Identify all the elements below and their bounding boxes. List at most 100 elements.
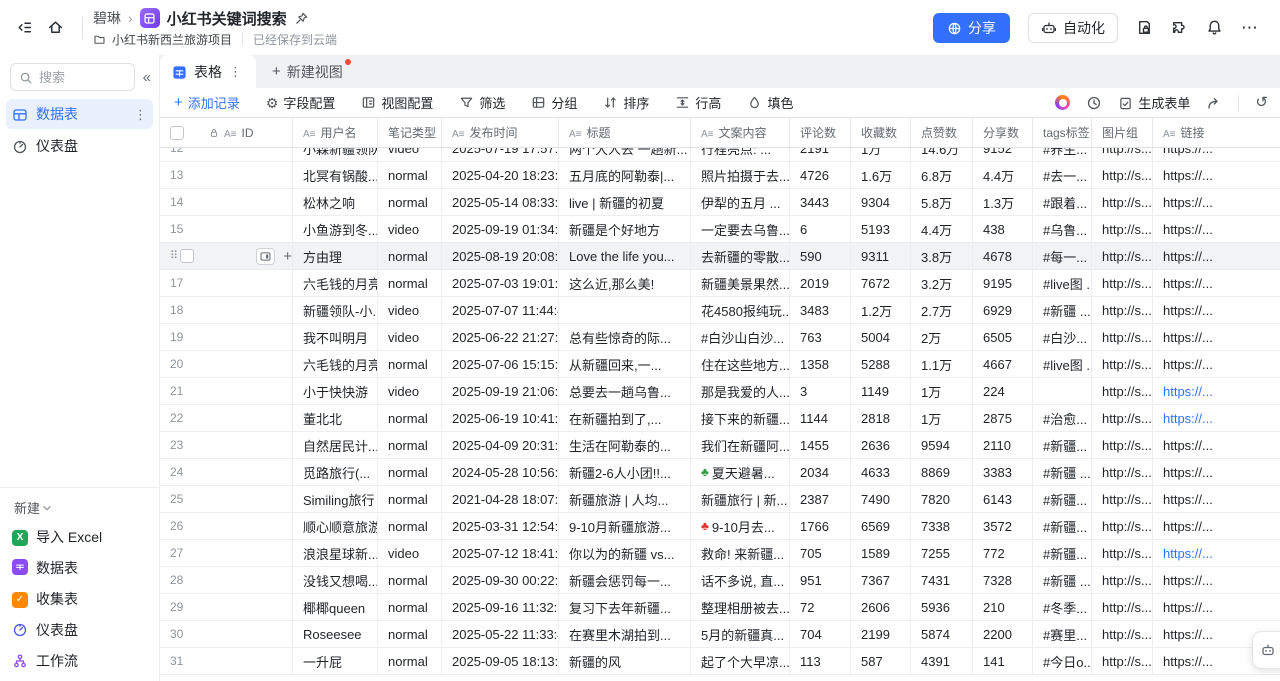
column-header-link[interactable]: A≡链接 — [1153, 118, 1279, 147]
more-menu-icon[interactable]: ⋯ — [1241, 19, 1258, 36]
search-field[interactable] — [39, 70, 109, 85]
cell-username[interactable]: 顺心顺意旅游 — [293, 513, 378, 539]
cell-likes-count[interactable]: 3.8万 — [911, 243, 973, 269]
cell-shares-count[interactable]: 224 — [973, 378, 1033, 404]
cell-username[interactable]: 一升屁 — [293, 648, 378, 674]
cell-tags[interactable]: #冬季... — [1033, 594, 1092, 620]
column-header-tags[interactable]: tags标签 — [1033, 118, 1092, 147]
cell-comments-count[interactable]: 705 — [790, 540, 851, 566]
cell-content[interactable]: ♣9-10月去... — [691, 513, 790, 539]
cell-title[interactable]: 新疆会惩罚每一... — [559, 567, 691, 593]
cell-collects-count[interactable]: 1万 — [851, 148, 911, 161]
cell-publish-time[interactable]: 2025-06-19 10:41:32 — [442, 405, 559, 431]
cell-content[interactable]: 新疆旅行 | 新... — [691, 486, 790, 512]
cell-content[interactable]: 去新疆的零散... — [691, 243, 790, 269]
cell-likes-count[interactable]: 5874 — [911, 621, 973, 647]
cell-link[interactable]: https://... — [1153, 216, 1279, 242]
cell-publish-time[interactable]: 2025-05-22 11:33:46 — [442, 621, 559, 647]
cell-tags[interactable]: #白沙... — [1033, 324, 1092, 350]
cell-collects-count[interactable]: 5288 — [851, 351, 911, 377]
cell-note-type[interactable]: normal — [378, 621, 442, 647]
cell-comments-count[interactable]: 2191 — [790, 148, 851, 161]
row-number-cell[interactable]: 26 — [160, 513, 293, 539]
cell-tags[interactable]: #新疆 ... — [1033, 459, 1092, 485]
cell-title[interactable]: 新疆是个好地方 — [559, 216, 691, 242]
cell-tags[interactable]: #新疆... — [1033, 540, 1092, 566]
generate-form-button[interactable]: 生成表单 — [1118, 93, 1190, 112]
cell-image-group[interactable]: http://s... — [1092, 148, 1153, 161]
cell-shares-count[interactable]: 7328 — [973, 567, 1033, 593]
cell-comments-count[interactable]: 2019 — [790, 270, 851, 296]
row-number-cell[interactable]: 15 — [160, 216, 293, 242]
cell-image-group[interactable]: http://s... — [1092, 378, 1153, 404]
cell-publish-time[interactable]: 2025-05-14 08:33:11 — [442, 189, 559, 215]
cell-shares-count[interactable]: 4.4万 — [973, 162, 1033, 188]
cell-username[interactable]: 觅路旅行(... — [293, 459, 378, 485]
notification-bell-icon[interactable] — [1206, 19, 1223, 36]
cell-image-group[interactable]: http://s... — [1092, 567, 1153, 593]
cell-image-group[interactable]: http://s... — [1092, 297, 1153, 323]
undo-icon[interactable]: ↺ — [1255, 95, 1268, 110]
cell-tags[interactable]: #新疆 ... — [1033, 567, 1092, 593]
cell-publish-time[interactable]: 2025-09-16 11:32:51 — [442, 594, 559, 620]
cell-link[interactable]: https://... — [1153, 567, 1279, 593]
cell-tags[interactable]: #新疆 ... — [1033, 297, 1092, 323]
cell-collects-count[interactable]: 9311 — [851, 243, 911, 269]
cell-tags[interactable]: #live图 ... — [1033, 351, 1092, 377]
cell-title[interactable]: live | 新疆的初夏 — [559, 189, 691, 215]
cell-username[interactable]: 自然居民计... — [293, 432, 378, 458]
new-item[interactable]: 数据表 — [6, 553, 153, 582]
pin-icon[interactable] — [294, 10, 309, 26]
cell-shares-count[interactable]: 9152 — [973, 148, 1033, 161]
cell-likes-count[interactable]: 7255 — [911, 540, 973, 566]
column-header-publish-time[interactable]: A≡发布时间 — [442, 118, 559, 147]
cell-note-type[interactable]: normal — [378, 486, 442, 512]
row-number-cell[interactable]: 14 — [160, 189, 293, 215]
row-number-cell[interactable]: 31 — [160, 648, 293, 674]
cell-publish-time[interactable]: 2025-03-31 12:54:00 — [442, 513, 559, 539]
cell-content[interactable]: 那是我爱的人... — [691, 378, 790, 404]
cell-comments-count[interactable]: 2387 — [790, 486, 851, 512]
column-header-image-group[interactable]: 图片组 — [1092, 118, 1153, 147]
cell-username[interactable]: Roseesee — [293, 621, 378, 647]
cell-likes-count[interactable]: 4.4万 — [911, 216, 973, 242]
cell-link[interactable]: https://... — [1153, 540, 1279, 566]
cell-link[interactable]: https://... — [1153, 432, 1279, 458]
cell-tags[interactable]: #每一... — [1033, 243, 1092, 269]
cell-note-type[interactable]: normal — [378, 648, 442, 674]
cell-image-group[interactable]: http://s... — [1092, 621, 1153, 647]
cell-note-type[interactable]: normal — [378, 189, 442, 215]
cell-likes-count[interactable]: 7820 — [911, 486, 973, 512]
cell-tags[interactable]: #去一... — [1033, 162, 1092, 188]
row-number-cell[interactable]: 19 — [160, 324, 293, 350]
cell-note-type[interactable]: video — [378, 216, 442, 242]
cell-tags[interactable]: #新疆... — [1033, 432, 1092, 458]
cell-shares-count[interactable]: 4667 — [973, 351, 1033, 377]
cell-title[interactable]: 9-10月新疆旅游... — [559, 513, 691, 539]
cell-username[interactable]: 松林之响 — [293, 189, 378, 215]
cell-tags[interactable]: #乌鲁... — [1033, 216, 1092, 242]
cell-comments-count[interactable]: 763 — [790, 324, 851, 350]
cell-publish-time[interactable]: 2024-05-28 10:56:26 — [442, 459, 559, 485]
cell-publish-time[interactable]: 2025-04-20 18:23:39 — [442, 162, 559, 188]
cell-note-type[interactable]: video — [378, 324, 442, 350]
cell-link[interactable]: https://... — [1153, 405, 1279, 431]
cell-title[interactable]: 总要去一趟乌鲁... — [559, 378, 691, 404]
toolbar-view-config-button[interactable]: 视图配置 — [361, 93, 433, 112]
cell-comments-count[interactable]: 1358 — [790, 351, 851, 377]
cell-username[interactable]: 六毛钱的月亮 — [293, 270, 378, 296]
cell-publish-time[interactable]: 2025-09-19 21:06:07 — [442, 378, 559, 404]
cell-tags[interactable]: #治愈... — [1033, 405, 1092, 431]
cell-note-type[interactable]: normal — [378, 459, 442, 485]
row-number-cell[interactable]: 24 — [160, 459, 293, 485]
cell-collects-count[interactable]: 7367 — [851, 567, 911, 593]
cell-title[interactable]: 新疆的风 — [559, 648, 691, 674]
cell-shares-count[interactable]: 210 — [973, 594, 1033, 620]
cell-image-group[interactable]: http://s... — [1092, 324, 1153, 350]
cell-publish-time[interactable]: 2025-07-03 19:01:24 — [442, 270, 559, 296]
cell-username[interactable]: 董北北 — [293, 405, 378, 431]
cell-username[interactable]: 方由理 — [293, 243, 378, 269]
cell-likes-count[interactable]: 4391 — [911, 648, 973, 674]
drag-handle-icon[interactable]: ⠿ — [170, 251, 176, 262]
cell-note-type[interactable]: normal — [378, 594, 442, 620]
